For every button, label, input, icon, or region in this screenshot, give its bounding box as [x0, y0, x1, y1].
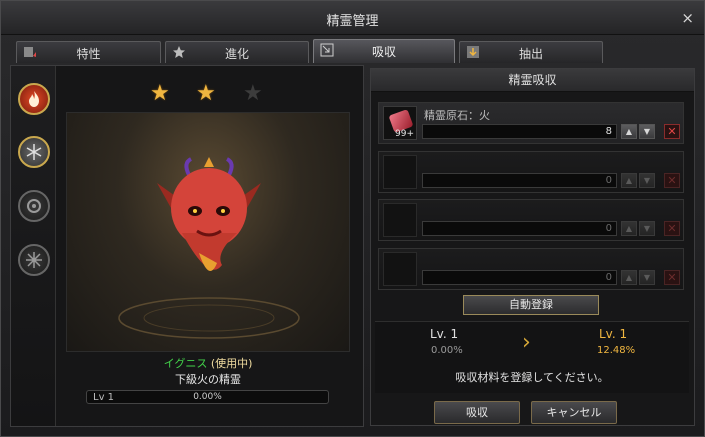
item-count: 99+	[395, 129, 414, 139]
spirit-status: (使用中)	[210, 357, 253, 370]
current-level: Lv. 1	[430, 327, 459, 341]
empty-slot-icon[interactable]	[383, 203, 417, 237]
empty-slot-icon[interactable]	[383, 155, 417, 189]
cancel-button[interactable]: キャンセル	[531, 401, 617, 424]
quantity-input[interactable]: 8	[422, 124, 617, 139]
decrease-button[interactable]: ▼	[639, 173, 655, 188]
auto-register-button[interactable]: 自動登録	[463, 295, 599, 315]
next-level: Lv. 1	[599, 327, 628, 341]
item-name: 精霊原石：火	[424, 109, 490, 122]
flame-icon	[29, 91, 39, 107]
sparkle-icon	[26, 252, 42, 268]
material-slot[interactable]: 0 ▲ ▼ ✕	[378, 248, 684, 290]
star-rating: ★ ★ ★	[147, 82, 277, 106]
tab-label: 特性	[76, 47, 101, 61]
experience-bar: Lv 1 0.00%	[86, 390, 329, 404]
remove-button[interactable]: ✕	[664, 221, 680, 236]
increase-button[interactable]: ▲	[621, 221, 637, 236]
tab-label: 進化	[224, 47, 249, 61]
ice-element-icon[interactable]	[18, 136, 50, 168]
star-filled-icon: ★	[150, 81, 170, 106]
light-element-icon[interactable]	[18, 244, 50, 276]
remove-button[interactable]: ✕	[664, 173, 680, 188]
chevron-right-icon: ›	[522, 330, 531, 355]
quantity-input[interactable]: 0	[422, 221, 617, 236]
material-slot[interactable]: 99+ 精霊原石：火 8 ▲ ▼ ✕	[378, 102, 684, 144]
tab-evolution[interactable]: 進化	[165, 41, 309, 63]
absorb-panel-title: 精霊吸収	[371, 69, 694, 92]
tab-label: 抽出	[518, 47, 543, 61]
quantity-input[interactable]: 0	[422, 270, 617, 285]
snowflake-icon	[26, 144, 42, 160]
fire-element-icon[interactable]	[18, 83, 50, 115]
decrease-button[interactable]: ▼	[639, 270, 655, 285]
empty-slot-icon[interactable]	[383, 252, 417, 286]
material-slot[interactable]: 0 ▲ ▼ ✕	[378, 151, 684, 193]
material-slot[interactable]: 0 ▲ ▼ ✕	[378, 199, 684, 241]
spirit-description: 下級火の精霊	[175, 373, 241, 386]
absorb-button[interactable]: 吸収	[434, 401, 520, 424]
increase-button[interactable]: ▲	[621, 124, 637, 139]
remove-button[interactable]: ✕	[664, 270, 680, 285]
spirit-name-line: イグニス (使用中)	[66, 355, 350, 371]
instruction-message: 吸収材料を登録してください。	[455, 371, 609, 384]
decrease-button[interactable]: ▼	[639, 221, 655, 236]
remove-button[interactable]: ✕	[664, 124, 680, 139]
material-item-icon[interactable]: 99+	[383, 106, 417, 140]
decrease-button[interactable]: ▼	[639, 124, 655, 139]
current-exp-percent: 0.00%	[431, 345, 463, 356]
next-exp-percent: 12.48%	[597, 345, 636, 356]
element-selector	[11, 66, 56, 426]
increase-button[interactable]: ▲	[621, 270, 637, 285]
star-filled-icon: ★	[196, 81, 216, 106]
fire-spirit-image	[118, 157, 300, 339]
star-empty-icon: ★	[243, 81, 263, 106]
tab-trait[interactable]: 特性	[16, 41, 161, 63]
tab-label: 吸収	[371, 45, 396, 59]
window-title: 精霊管理	[326, 14, 379, 29]
increase-button[interactable]: ▲	[621, 173, 637, 188]
swirl-icon	[27, 199, 41, 213]
title-bar[interactable]: 精霊管理 ×	[1, 1, 704, 35]
tab-absorb[interactable]: 吸収	[313, 39, 455, 63]
tab-extract[interactable]: 抽出	[459, 41, 603, 63]
spirit-model-view	[66, 112, 350, 352]
exp-percent: 0.00%	[193, 392, 222, 402]
close-icon[interactable]: ×	[681, 9, 694, 27]
spirit-name: イグニス	[163, 357, 208, 370]
quantity-input[interactable]: 0	[422, 173, 617, 188]
wind-element-icon[interactable]	[18, 190, 50, 222]
